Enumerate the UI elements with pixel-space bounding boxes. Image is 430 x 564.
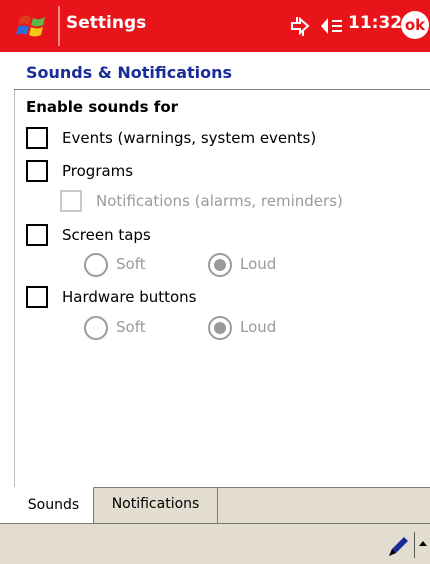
up-arrow-icon[interactable] — [419, 541, 427, 546]
events-label: Events (warnings, system events) — [62, 129, 317, 147]
speaker-icon[interactable] — [318, 15, 344, 37]
screen-taps-checkbox[interactable] — [26, 224, 48, 246]
hardware-buttons-loud-label: Loud — [240, 318, 277, 336]
ok-button[interactable]: ok — [401, 11, 429, 39]
windows-flag-icon[interactable] — [14, 8, 54, 44]
page-title: Sounds & Notifications — [26, 63, 233, 82]
events-checkbox[interactable] — [26, 127, 48, 149]
screen-taps-loud-radio — [208, 253, 232, 277]
hardware-buttons-label: Hardware buttons — [62, 288, 197, 306]
section-title: Enable sounds for — [26, 98, 179, 116]
title-divider — [58, 6, 60, 46]
tab-sounds[interactable]: Sounds — [14, 487, 94, 523]
hardware-buttons-soft-radio — [84, 316, 108, 340]
programs-label: Programs — [62, 162, 134, 180]
screen-taps-loud-label: Loud — [240, 255, 277, 273]
clock[interactable]: 11:32 — [348, 13, 402, 33]
screen-taps-label: Screen taps — [62, 226, 151, 244]
notifications-label: Notifications (alarms, reminders) — [96, 192, 343, 210]
connectivity-icon[interactable] — [288, 14, 312, 38]
notifications-checkbox — [60, 190, 82, 212]
app-title: Settings — [66, 13, 147, 33]
hardware-buttons-loud-radio — [208, 316, 232, 340]
programs-checkbox[interactable] — [26, 160, 48, 182]
tab-strip: Sounds Notifications — [14, 487, 430, 523]
screen-taps-soft-label: Soft — [116, 255, 146, 273]
menu-bar — [0, 523, 430, 564]
title-bar: Settings 11:32 ok — [0, 0, 430, 52]
tab-notifications[interactable]: Notifications — [94, 487, 218, 523]
menu-separator — [414, 532, 415, 558]
pen-input-icon[interactable] — [386, 534, 412, 558]
screen-taps-soft-radio — [84, 253, 108, 277]
hardware-buttons-soft-label: Soft — [116, 318, 146, 336]
hardware-buttons-checkbox[interactable] — [26, 286, 48, 308]
